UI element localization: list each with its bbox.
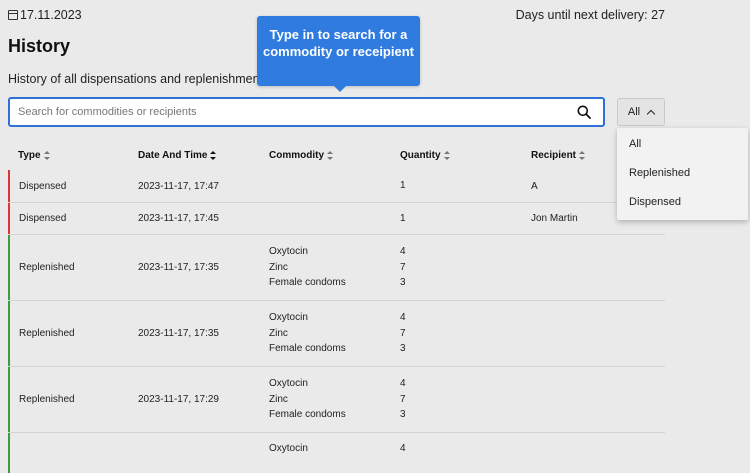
table-header: Type Date And Time Commodity Quantity Re… (8, 140, 665, 170)
commodity-name: Zinc (269, 261, 288, 273)
commodity-name: Female condoms (269, 343, 346, 355)
column-header-commodity[interactable]: Commodity (269, 150, 400, 161)
search-input[interactable] (10, 99, 558, 125)
table-row[interactable]: Replenished 2023-11-17, 17:35 Oxytocin Z… (8, 301, 665, 367)
page-subtitle: History of all dispensations and repleni… (8, 72, 270, 86)
page-title: History (8, 36, 71, 56)
chevron-up-icon (646, 109, 656, 118)
search-icon[interactable] (577, 105, 591, 119)
cell-commodity: Oxytocin Zinc Female condoms (269, 376, 400, 423)
replenished-indicator (8, 367, 10, 432)
cell-type: Dispensed (19, 213, 67, 224)
replenished-indicator (8, 433, 10, 473)
quantity-value: 4 (400, 378, 406, 390)
column-header-datetime-label: Date And Time (138, 149, 208, 161)
column-header-type[interactable]: Type (8, 150, 138, 161)
search-box[interactable] (8, 97, 605, 127)
quantity-value: 4 (400, 312, 406, 324)
column-header-quantity[interactable]: Quantity (400, 150, 531, 161)
quantity-value: 7 (400, 393, 406, 405)
filter-option-replenished[interactable]: Replenished (617, 157, 748, 186)
column-header-quantity-label: Quantity (400, 149, 441, 161)
quantity-value: 1 (400, 212, 406, 224)
filter-option-dispensed[interactable]: Dispensed (617, 186, 748, 215)
cell-quantity: 4 (400, 441, 531, 457)
filter-option-all[interactable]: All (617, 128, 748, 157)
sort-icon (327, 150, 333, 160)
dispensed-indicator (8, 203, 10, 234)
column-header-recipient-label: Recipient (531, 149, 577, 161)
cell-datetime: 2023-11-17, 17:47 (138, 180, 219, 192)
cell-quantity: 4 7 3 (400, 376, 531, 423)
type-filter-dropdown: All Replenished Dispensed (617, 128, 748, 220)
column-header-datetime[interactable]: Date And Time (138, 150, 269, 161)
cell-datetime: 2023-11-17, 17:35 (138, 328, 219, 339)
cell-type: Dispensed (19, 180, 67, 192)
sort-desc-icon (210, 150, 217, 160)
replenished-indicator (8, 235, 10, 300)
cell-datetime: 2023-11-17, 17:35 (138, 262, 219, 273)
history-table: Type Date And Time Commodity Quantity Re… (8, 140, 665, 473)
type-filter-value: All (627, 106, 641, 118)
cell-quantity: 1 (400, 178, 531, 194)
commodity-name: Oxytocin (269, 246, 308, 258)
commodity-name: Zinc (269, 393, 288, 405)
quantity-value: 1 (400, 180, 406, 192)
cell-commodity: Oxytocin (269, 441, 400, 457)
table-row[interactable]: Replenished 2023-11-17, 17:29 Oxytocin Z… (8, 367, 665, 433)
cell-commodity: Oxytocin Zinc Female condoms (269, 244, 400, 291)
sort-icon (443, 150, 450, 160)
quantity-value: 4 (400, 246, 406, 258)
column-header-type-label: Type (18, 149, 41, 161)
current-date: 17.11.2023 (8, 8, 82, 22)
table-row[interactable]: Dispensed 2023-11-17, 17:45 1 Jon Martin (8, 203, 665, 235)
type-filter-select[interactable]: All (617, 98, 665, 126)
cell-quantity: 1 (400, 211, 531, 227)
quantity-value: 3 (400, 409, 406, 421)
cell-commodity: Oxytocin Zinc Female condoms (269, 310, 400, 357)
table-row[interactable]: Oxytocin 4 (8, 433, 665, 473)
table-row[interactable]: Replenished 2023-11-17, 17:35 Oxytocin Z… (8, 235, 665, 301)
replenished-indicator (8, 301, 10, 366)
quantity-value: 7 (400, 261, 406, 273)
cell-type: Replenished (19, 262, 75, 273)
cell-datetime: 2023-11-17, 17:45 (138, 213, 219, 224)
commodity-name: Oxytocin (269, 378, 308, 390)
commodity-name: Female condoms (269, 409, 346, 421)
commodity-name: Zinc (269, 327, 288, 339)
quantity-value: 4 (400, 443, 406, 454)
current-date-text: 17.11.2023 (20, 8, 82, 22)
search-tooltip: Type in to search for a commodity or rec… (257, 16, 420, 92)
sort-icon (579, 150, 586, 160)
calendar-icon (8, 10, 18, 20)
delivery-countdown: Days until next delivery: 27 (515, 8, 665, 22)
dispensed-indicator (8, 170, 10, 202)
cell-quantity: 4 7 3 (400, 310, 531, 357)
cell-datetime: 2023-11-17, 17:29 (138, 394, 219, 405)
table-row[interactable]: Dispensed 2023-11-17, 17:47 1 A (8, 170, 665, 203)
commodity-name: Oxytocin (269, 312, 308, 324)
cell-type: Replenished (19, 394, 75, 405)
column-header-commodity-label: Commodity (269, 149, 324, 161)
cell-quantity: 4 7 3 (400, 244, 531, 291)
quantity-value: 3 (400, 343, 406, 355)
commodity-name: Oxytocin (269, 443, 308, 454)
sort-icon (43, 150, 50, 160)
quantity-value: 7 (400, 327, 406, 339)
quantity-value: 3 (400, 277, 406, 289)
cell-type: Replenished (19, 328, 75, 339)
commodity-name: Female condoms (269, 277, 346, 289)
